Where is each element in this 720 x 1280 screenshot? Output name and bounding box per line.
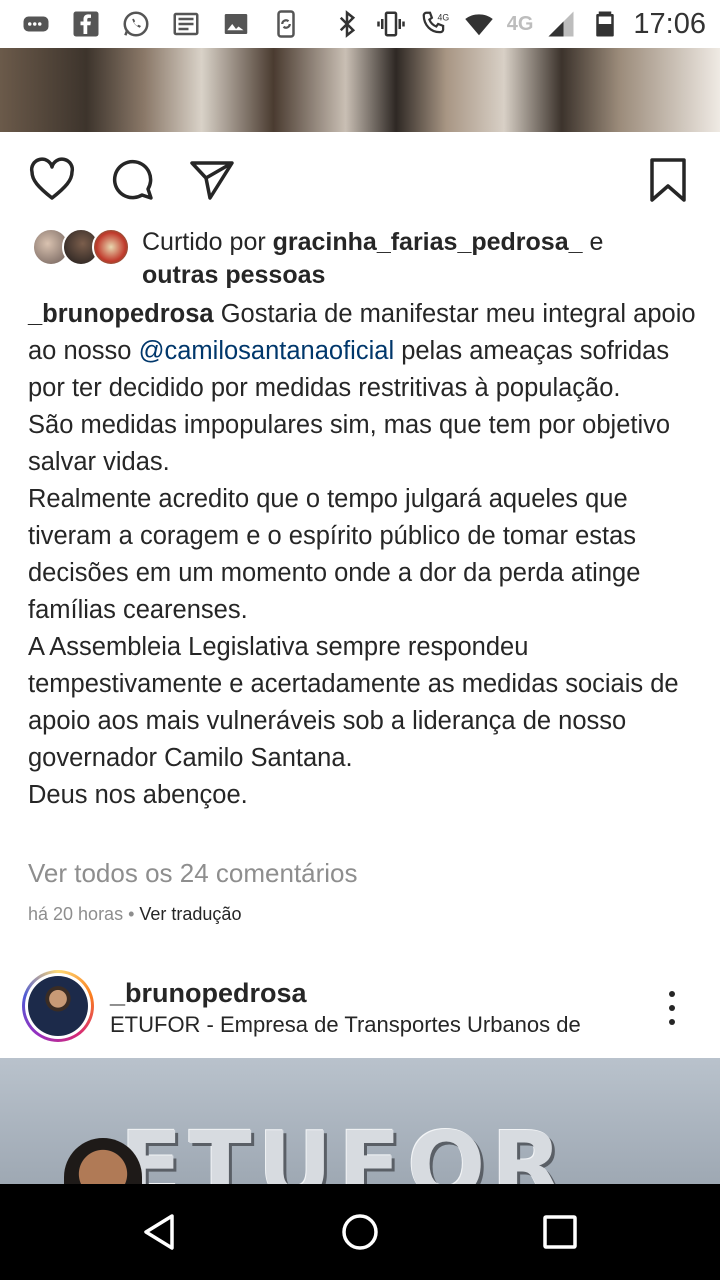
back-triangle-icon[interactable] (140, 1212, 180, 1252)
svg-text:4G: 4G (437, 12, 449, 22)
see-translation-link[interactable]: Ver tradução (139, 904, 241, 924)
news-icon (170, 8, 202, 40)
caption-paragraph: Realmente acredito que o tempo julgará a… (28, 485, 641, 624)
image-icon (220, 8, 252, 40)
caption-paragraph: São medidas impopulares sim, mas que tem… (28, 411, 671, 476)
avatar (28, 976, 88, 1036)
post-actions (0, 132, 720, 224)
post-caption: _bruno­pedrosa Gostaria de manifestar me… (28, 296, 700, 814)
whatsapp-icon (120, 8, 152, 40)
comment-icon[interactable] (108, 156, 156, 204)
photo-sign-text: ETUFOR (120, 1112, 569, 1184)
send-icon[interactable] (188, 156, 236, 204)
liked-by-prefix: Curtido por (142, 228, 273, 256)
sync-icon (270, 8, 302, 40)
liked-by-others[interactable]: outras pessoas (142, 261, 325, 289)
recents-square-icon[interactable] (540, 1212, 580, 1252)
meta-separator: • (123, 904, 140, 924)
clock: 17:06 (633, 7, 706, 40)
network-type-label: 4G (506, 12, 534, 35)
home-circle-icon[interactable] (340, 1212, 380, 1252)
next-post-username[interactable]: _brunopedrosa (110, 978, 307, 1009)
signal-icon (545, 8, 577, 40)
avatar (92, 228, 130, 266)
post-timestamp: há 20 horas (28, 904, 124, 924)
bluetooth-icon (331, 8, 363, 40)
next-post-header: _brunopedrosa ETUFOR - Empresa de Transp… (0, 964, 720, 1056)
caption-mention[interactable]: @camilosantanaoficial (139, 337, 395, 365)
caption-paragraph: A Assembleia Legislativa sempre responde… (28, 633, 679, 772)
liked-by-text: Curtido por gracinha_farias_pedrosa_ e o… (142, 226, 698, 292)
post-meta: há 20 horas • Ver tradução (28, 904, 241, 925)
next-post-location[interactable]: ETUFOR - Empresa de Transportes Urbanos … (110, 1012, 581, 1038)
battery-icon (589, 8, 621, 40)
view-all-comments-link[interactable]: Ver todos os 24 comentários (28, 858, 358, 889)
facebook-icon (70, 8, 102, 40)
liked-by-user[interactable]: gracinha_farias_pedrosa_ (273, 228, 583, 256)
status-bar: 4G 4G 17:06 (0, 0, 720, 48)
liked-by-connector: e (582, 228, 604, 256)
story-ring[interactable] (22, 970, 94, 1042)
liked-by[interactable]: Curtido por gracinha_farias_pedrosa_ e o… (28, 226, 698, 292)
volte-call-icon: 4G (419, 8, 451, 40)
caption-paragraph: _bruno­pedrosa Gostaria de manifestar me… (28, 296, 700, 407)
wifi-icon (463, 8, 495, 40)
more-options-icon[interactable] (660, 988, 684, 1028)
system-nav-bar (0, 1184, 720, 1280)
caption-username[interactable]: _bruno­pedrosa (28, 300, 214, 328)
caption-paragraph: Deus nos abençoe. (28, 781, 248, 809)
vibrate-icon (375, 8, 407, 40)
gamepad-icon (20, 8, 52, 40)
heart-icon[interactable] (28, 156, 76, 204)
liker-avatars (32, 228, 132, 268)
post-image[interactable] (0, 48, 720, 132)
next-post-image[interactable]: ETUFOR (0, 1058, 720, 1184)
bookmark-icon[interactable] (644, 156, 692, 204)
